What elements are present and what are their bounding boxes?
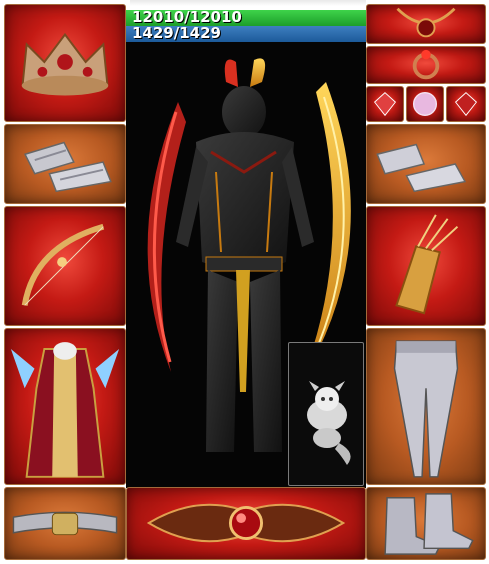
weapon-slot[interactable] [4, 206, 126, 326]
pet-slot[interactable] [288, 342, 364, 486]
necklace-icon [396, 7, 456, 38]
orb-icon [412, 91, 438, 117]
quiver-slot[interactable] [366, 206, 486, 326]
ring-icon [412, 49, 440, 80]
boots-icon [384, 493, 474, 555]
mp-bar: 1429/1429 [126, 26, 366, 42]
jeweled-emblem-icon [146, 503, 346, 543]
charm-slot-3[interactable] [446, 86, 486, 122]
charm-slot-2[interactable] [406, 86, 444, 122]
white-dragon-pet-icon [307, 381, 351, 465]
leggings-icon [393, 340, 459, 478]
helmet-slot[interactable] [4, 4, 126, 122]
belt-slot[interactable] [4, 487, 126, 560]
belt-icon [12, 511, 118, 536]
gem-icon [373, 92, 397, 117]
emblem-slot[interactable] [126, 487, 366, 560]
robe-armor-icon [10, 342, 120, 478]
armor-slot[interactable] [4, 328, 126, 485]
bracers-slot[interactable] [4, 124, 126, 204]
bow-icon [21, 223, 105, 306]
leggings-slot[interactable] [366, 328, 486, 485]
crown-icon [21, 32, 109, 96]
charm-slot-1[interactable] [366, 86, 404, 122]
gloves-slot[interactable] [366, 124, 486, 204]
quiver-icon [395, 214, 459, 315]
character-panel [126, 42, 366, 488]
mp-text: 1429/1429 [132, 24, 221, 42]
gem-icon [454, 92, 478, 117]
ring-slot[interactable] [366, 46, 486, 84]
bracers-icon [23, 141, 112, 193]
gauntlets-icon [376, 143, 467, 193]
header-strip [130, 0, 366, 6]
necklace-slot[interactable] [366, 4, 486, 44]
boots-slot[interactable] [366, 487, 486, 560]
